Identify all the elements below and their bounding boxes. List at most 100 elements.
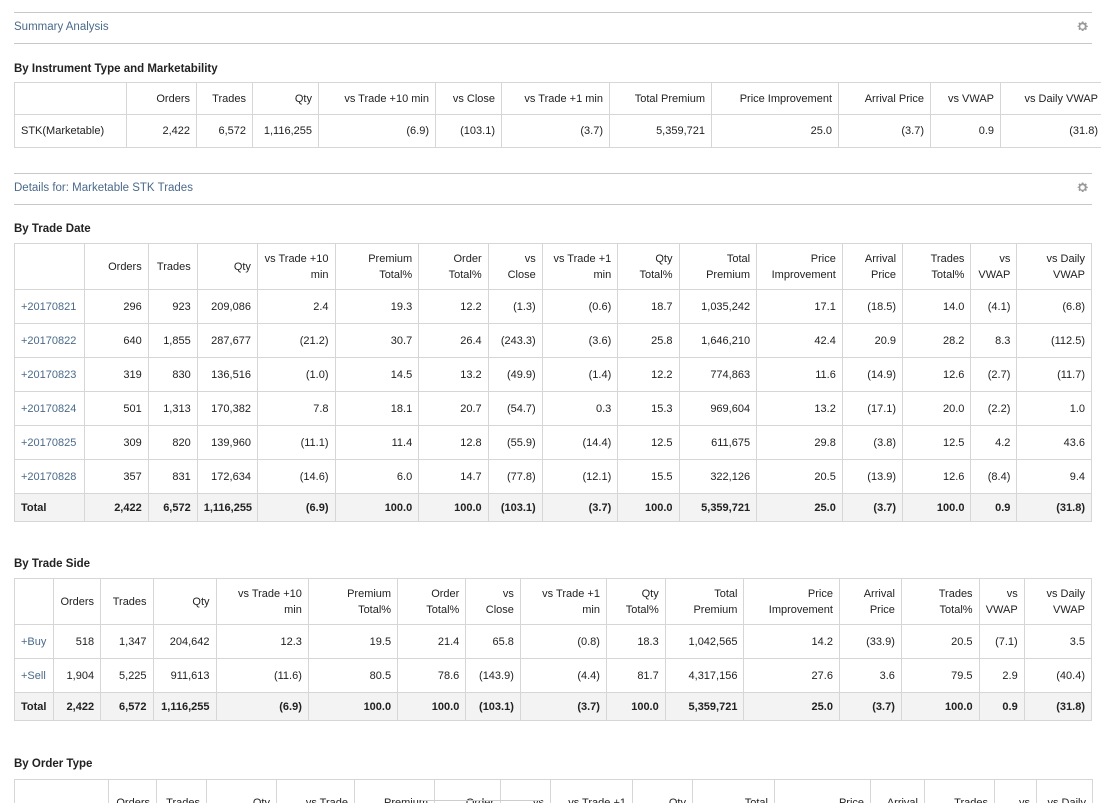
column-header-line1: vs Trade +1 bbox=[542, 587, 600, 600]
table-cell: 1,904 bbox=[52, 658, 102, 693]
table-cell: 170,382 bbox=[196, 391, 258, 426]
column-header: vs Trade +1 min bbox=[519, 578, 607, 625]
order-type-table: Orders Trades Qty vs Trade Premium Order vs vs … bbox=[14, 779, 1093, 803]
row-label: STK(Marketable) bbox=[14, 114, 127, 148]
gear-icon[interactable] bbox=[1076, 20, 1089, 33]
instrument-table: Orders Trades Qty vs Trade +10 min vs Close v… bbox=[14, 82, 1101, 148]
column-header: vs Daily VWAP bbox=[1023, 578, 1093, 625]
column-header-line2: Total% bbox=[426, 603, 460, 616]
table-cell: 2.4 bbox=[256, 289, 336, 324]
column-header-label: Trades bbox=[166, 796, 200, 803]
table-cell: (77.8) bbox=[487, 459, 543, 494]
column-header: Order Total% bbox=[418, 243, 489, 290]
table-cell: (8.4) bbox=[970, 459, 1018, 494]
table-cell: (0.8) bbox=[519, 624, 607, 659]
total-cell: (31.8) bbox=[1023, 692, 1093, 721]
table-cell: 18.1 bbox=[334, 391, 420, 426]
table-cell: (3.7) bbox=[838, 114, 931, 148]
table-cell: 209,086 bbox=[196, 289, 258, 324]
table-cell: 14.0 bbox=[902, 289, 972, 324]
total-cell: 6,572 bbox=[100, 692, 154, 721]
column-header: Qty bbox=[206, 779, 277, 803]
table-cell: 13.2 bbox=[756, 391, 843, 426]
total-cell: 1,116,255 bbox=[152, 692, 217, 721]
total-cell: 2,422 bbox=[84, 493, 149, 522]
table-cell: 18.7 bbox=[617, 289, 680, 324]
table-cell: 25.0 bbox=[711, 114, 839, 148]
column-header: vs VWAP bbox=[970, 243, 1018, 290]
table-cell: (3.6) bbox=[541, 323, 619, 358]
column-header: Trades bbox=[196, 82, 253, 115]
table-cell: 7.8 bbox=[256, 391, 336, 426]
total-cell: 6,572 bbox=[147, 493, 198, 522]
column-header: Order Total% bbox=[397, 578, 467, 625]
expand-row-link[interactable]: +20170824 bbox=[13, 391, 86, 426]
table-cell: 26.4 bbox=[418, 323, 489, 358]
order-type-table-clip: Orders Trades Qty vs Trade Premium Order vs vs … bbox=[0, 779, 1101, 803]
expand-row-link[interactable]: +Sell bbox=[14, 658, 54, 693]
table-cell: 3.5 bbox=[1023, 624, 1093, 659]
table-row: STK(Marketable) 2,422 6,572 1,116,255 (6.9)(… bbox=[14, 114, 1101, 148]
column-header: Total Premium bbox=[609, 82, 712, 115]
table-cell: 6.0 bbox=[334, 459, 420, 494]
table-cell: 30.7 bbox=[334, 323, 420, 358]
column-header-line1: Premium bbox=[368, 252, 413, 265]
total-cell: 0.9 bbox=[970, 493, 1018, 522]
table-cell: (18.5) bbox=[841, 289, 904, 324]
table-cell: 139,960 bbox=[196, 425, 258, 460]
column-header-line2: Improvement bbox=[768, 603, 833, 616]
expand-row-link[interactable]: +20170828 bbox=[13, 459, 86, 494]
column-header-line1: Total bbox=[714, 587, 738, 600]
expand-row-link[interactable]: +20170823 bbox=[13, 357, 86, 392]
table-cell: (55.9) bbox=[487, 425, 543, 460]
expand-row-link[interactable]: +20170822 bbox=[13, 323, 86, 358]
table-cell: 12.3 bbox=[215, 624, 309, 659]
table-cell: 2.9 bbox=[978, 658, 1025, 693]
column-header-line1: Price bbox=[810, 252, 836, 265]
table-cell: (1.3) bbox=[487, 289, 543, 324]
column-header: Qty Total% bbox=[605, 578, 666, 625]
table-cell: 43.6 bbox=[1016, 425, 1092, 460]
column-header: Qty bbox=[196, 243, 258, 290]
total-row: Total 2,422 6,572 1,116,255 (6.9) 100.0 100.0(… bbox=[13, 493, 1092, 522]
table-row: +20170823 319 830 136,516 (1.0) 14.5 13.2 (49.9… bbox=[13, 357, 1092, 392]
table-row: +20170822 640 1,855 287,677 (21.2) 30.7 26.4 (2… bbox=[13, 323, 1092, 358]
column-header-line2: min bbox=[284, 603, 302, 616]
column-header: vs VWAP bbox=[978, 578, 1025, 625]
column-header: vs Trade +1 min bbox=[501, 82, 610, 115]
total-cell: 100.0 bbox=[902, 493, 972, 522]
column-header: Qty bbox=[632, 779, 693, 803]
column-header-line1: Order bbox=[431, 587, 460, 600]
column-header: Price bbox=[774, 779, 871, 803]
column-header: Arrival Price bbox=[841, 243, 904, 290]
column-header-label: Qty bbox=[192, 595, 210, 608]
total-cell: (6.9) bbox=[215, 692, 309, 721]
total-cell: 100.0 bbox=[900, 692, 980, 721]
column-header-line2: Premium bbox=[693, 603, 738, 616]
column-header: vs Trade +10 min bbox=[215, 578, 309, 625]
table-cell: (243.3) bbox=[487, 323, 543, 358]
total-label: Total bbox=[14, 692, 54, 721]
table-cell: (4.1) bbox=[970, 289, 1018, 324]
gear-icon[interactable] bbox=[1076, 181, 1089, 194]
expand-row-link[interactable]: +20170821 bbox=[13, 289, 86, 324]
table-cell: (2.2) bbox=[970, 391, 1018, 426]
column-header-label: Trades bbox=[112, 595, 147, 608]
table-cell: 1,646,210 bbox=[678, 323, 758, 358]
column-header-line1: Trades bbox=[938, 587, 973, 600]
table-cell: (6.9) bbox=[318, 114, 436, 148]
total-cell: 100.0 bbox=[617, 493, 680, 522]
column-header-line1: vs bbox=[502, 587, 514, 600]
table-cell: 25.8 bbox=[617, 323, 680, 358]
expand-row-link[interactable]: +20170825 bbox=[13, 425, 86, 460]
column-header-line1: vs bbox=[1006, 587, 1018, 600]
table-cell: (143.9) bbox=[465, 658, 521, 693]
column-header-line2: VWAP bbox=[978, 268, 1011, 281]
column-header-label: vs Trade +1 bbox=[568, 796, 626, 803]
column-header: vs Trade bbox=[276, 779, 355, 803]
table-cell: 2,422 bbox=[126, 114, 197, 148]
expand-row-link[interactable]: +Buy bbox=[14, 624, 54, 659]
table-cell: 287,677 bbox=[196, 323, 258, 358]
table-cell: (54.7) bbox=[487, 391, 543, 426]
table-row: +20170828 357 831 172,634 (14.6) 6.0 14.7 (77.8… bbox=[13, 459, 1092, 494]
